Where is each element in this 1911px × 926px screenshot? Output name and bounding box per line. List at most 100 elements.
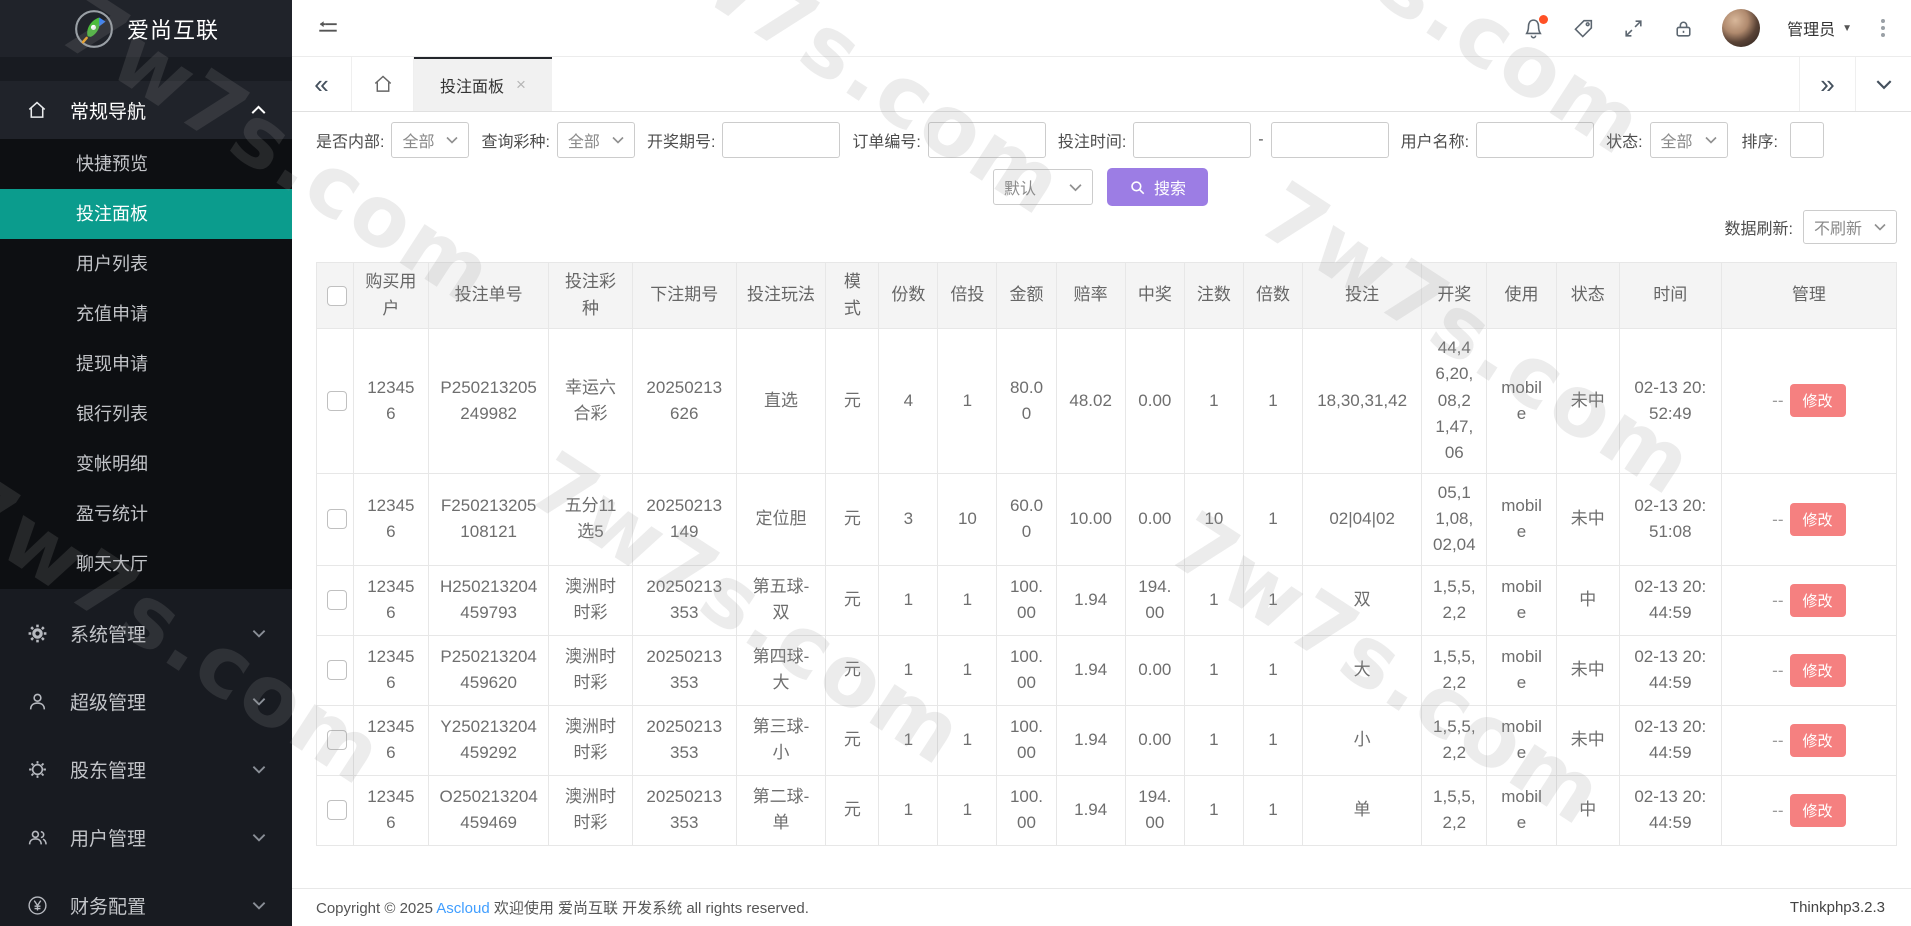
column-header: 使用 bbox=[1487, 263, 1556, 329]
edit-button[interactable]: 修改 bbox=[1790, 654, 1846, 687]
sidebar-item[interactable]: 投注面板 bbox=[0, 189, 292, 239]
order-input[interactable] bbox=[928, 122, 1046, 158]
sidebar-group-normal-nav[interactable]: 常规导航 bbox=[0, 81, 292, 139]
edit-button[interactable]: 修改 bbox=[1790, 503, 1846, 536]
yen-circle-icon bbox=[26, 895, 48, 916]
row-checkbox[interactable] bbox=[327, 391, 347, 411]
cell-time: 02-13 20:44:59 bbox=[1619, 705, 1721, 775]
notification-bell-icon[interactable] bbox=[1522, 17, 1545, 40]
user-menu[interactable]: 管理员 ▼ bbox=[1787, 16, 1852, 40]
refresh-select[interactable]: 不刷新 bbox=[1803, 210, 1897, 244]
kebab-menu-icon[interactable] bbox=[1879, 17, 1887, 39]
sidebar-item[interactable]: 变帐明细 bbox=[0, 439, 292, 489]
lottery-select[interactable]: 全部 bbox=[557, 122, 635, 158]
sidebar-section[interactable]: 系统管理 bbox=[0, 599, 292, 667]
cell-bet: 单 bbox=[1303, 775, 1422, 845]
sidebar-item[interactable]: 提现申请 bbox=[0, 339, 292, 389]
sidebar: 爱尚互联 常规导航 快捷预览投注面板用户列表充值申请提现申请银行列表变帐明细盈亏… bbox=[0, 0, 292, 926]
cell-device: mobile bbox=[1487, 775, 1556, 845]
sidebar-item[interactable]: 银行列表 bbox=[0, 389, 292, 439]
fullscreen-icon[interactable] bbox=[1622, 17, 1645, 40]
time-start-input[interactable] bbox=[1133, 122, 1251, 158]
cell-draw: 1,5,5,2,2 bbox=[1422, 705, 1487, 775]
cell-multiple: 1 bbox=[938, 565, 997, 635]
lock-icon[interactable] bbox=[1672, 17, 1695, 40]
cell-win: 194.00 bbox=[1125, 775, 1184, 845]
sort-select[interactable] bbox=[1790, 122, 1824, 158]
table-header-row: 购买用户投注单号投注彩种下注期号投注玩法模式份数倍投金额赔率中奖注数倍数投注开奖… bbox=[317, 263, 1897, 329]
app-logo[interactable]: 爱尚互联 bbox=[0, 0, 292, 57]
tab-active[interactable]: 投注面板 × bbox=[414, 57, 552, 111]
cell-bet: 大 bbox=[1303, 635, 1422, 705]
cell-win: 194.00 bbox=[1125, 565, 1184, 635]
row-checkbox[interactable] bbox=[327, 509, 347, 529]
sidebar-section[interactable]: 股东管理 bbox=[0, 735, 292, 803]
cell-status: 未中 bbox=[1556, 705, 1619, 775]
username-input[interactable] bbox=[1476, 122, 1594, 158]
tag-icon[interactable] bbox=[1572, 17, 1595, 40]
search-button[interactable]: 搜索 bbox=[1107, 168, 1208, 206]
edit-button[interactable]: 修改 bbox=[1790, 584, 1846, 617]
cell-lottery: 幸运六合彩 bbox=[549, 329, 633, 474]
sidebar-item[interactable]: 盈亏统计 bbox=[0, 489, 292, 539]
column-header: 模式 bbox=[826, 263, 879, 329]
caret-down-icon: ▼ bbox=[1842, 23, 1852, 34]
edit-button[interactable]: 修改 bbox=[1790, 724, 1846, 757]
cell-time: 02-13 20:44:59 bbox=[1619, 635, 1721, 705]
column-header: 投注 bbox=[1303, 263, 1422, 329]
chevron-up-icon bbox=[251, 105, 266, 115]
sidebar-item[interactable]: 聊天大厅 bbox=[0, 539, 292, 589]
chevron-down-icon bbox=[252, 629, 266, 638]
cell-amount: 100.00 bbox=[997, 705, 1056, 775]
chevron-down-icon bbox=[1069, 183, 1082, 192]
row-checkbox[interactable] bbox=[327, 800, 347, 820]
copyright-text: Copyright © 2025 Ascloud 欢迎使用 爱尚互联 开发系统 … bbox=[316, 897, 809, 918]
status-filter-label: 状态: bbox=[1606, 128, 1642, 152]
row-checkbox[interactable] bbox=[327, 730, 347, 750]
select-all-checkbox[interactable] bbox=[327, 286, 347, 306]
table-body: 123456P250213205249982幸运六合彩20250213626直选… bbox=[317, 329, 1897, 846]
notification-dot bbox=[1539, 15, 1548, 24]
home-tab-icon[interactable] bbox=[352, 57, 414, 111]
sidebar-item[interactable]: 充值申请 bbox=[0, 289, 292, 339]
cell-draw: 1,5,5,2,2 bbox=[1422, 635, 1487, 705]
brand-link[interactable]: Ascloud bbox=[436, 900, 489, 917]
status-select[interactable]: 全部 bbox=[1650, 122, 1728, 158]
sidebar-section[interactable]: 财务配置 bbox=[0, 871, 292, 926]
cell-issue: 20250213626 bbox=[632, 329, 736, 474]
table-row: 123456O250213204459469澳洲时时彩20250213353第二… bbox=[317, 775, 1897, 845]
sidebar-sections: 系统管理 超级管理 股东管理 用户管理 财务配置 bbox=[0, 599, 292, 926]
sidebar-section[interactable]: 用户管理 bbox=[0, 803, 292, 871]
sidebar-toggle-icon[interactable] bbox=[316, 16, 340, 40]
cell-amount: 60.00 bbox=[997, 473, 1056, 565]
cell-status: 中 bbox=[1556, 565, 1619, 635]
cell-amount: 100.00 bbox=[997, 775, 1056, 845]
sidebar-item[interactable]: 用户列表 bbox=[0, 239, 292, 289]
select-all-header bbox=[317, 263, 354, 329]
avatar[interactable] bbox=[1722, 9, 1760, 47]
sidebar-section[interactable]: 超级管理 bbox=[0, 667, 292, 735]
table-row: 123456P250213205249982幸运六合彩20250213626直选… bbox=[317, 329, 1897, 474]
issue-input[interactable] bbox=[722, 122, 840, 158]
edit-button[interactable]: 修改 bbox=[1790, 794, 1846, 827]
tabs-scroll-right-icon[interactable]: » bbox=[1799, 57, 1855, 111]
refresh-row: 数据刷新: 不刷新 bbox=[316, 210, 1897, 244]
tabs-menu-icon[interactable] bbox=[1855, 57, 1911, 111]
cell-user: 123456 bbox=[353, 565, 428, 635]
time-end-input[interactable] bbox=[1271, 122, 1389, 158]
close-tab-icon[interactable]: × bbox=[516, 75, 526, 95]
row-checkbox[interactable] bbox=[327, 590, 347, 610]
quick-select[interactable]: 默认 bbox=[993, 169, 1093, 205]
column-header: 注数 bbox=[1184, 263, 1243, 329]
cell-user: 123456 bbox=[353, 473, 428, 565]
internal-select[interactable]: 全部 bbox=[391, 122, 469, 158]
edit-button[interactable]: 修改 bbox=[1790, 384, 1846, 417]
cell-order: P250213205249982 bbox=[429, 329, 549, 474]
sidebar-item[interactable]: 快捷预览 bbox=[0, 139, 292, 189]
cell-select bbox=[317, 705, 354, 775]
row-checkbox[interactable] bbox=[327, 660, 347, 680]
time-filter-label: 投注时间: bbox=[1058, 128, 1126, 152]
tabs-scroll-left-icon[interactable]: « bbox=[292, 57, 352, 111]
cell-multiple: 1 bbox=[938, 775, 997, 845]
cell-order: P250213204459620 bbox=[429, 635, 549, 705]
